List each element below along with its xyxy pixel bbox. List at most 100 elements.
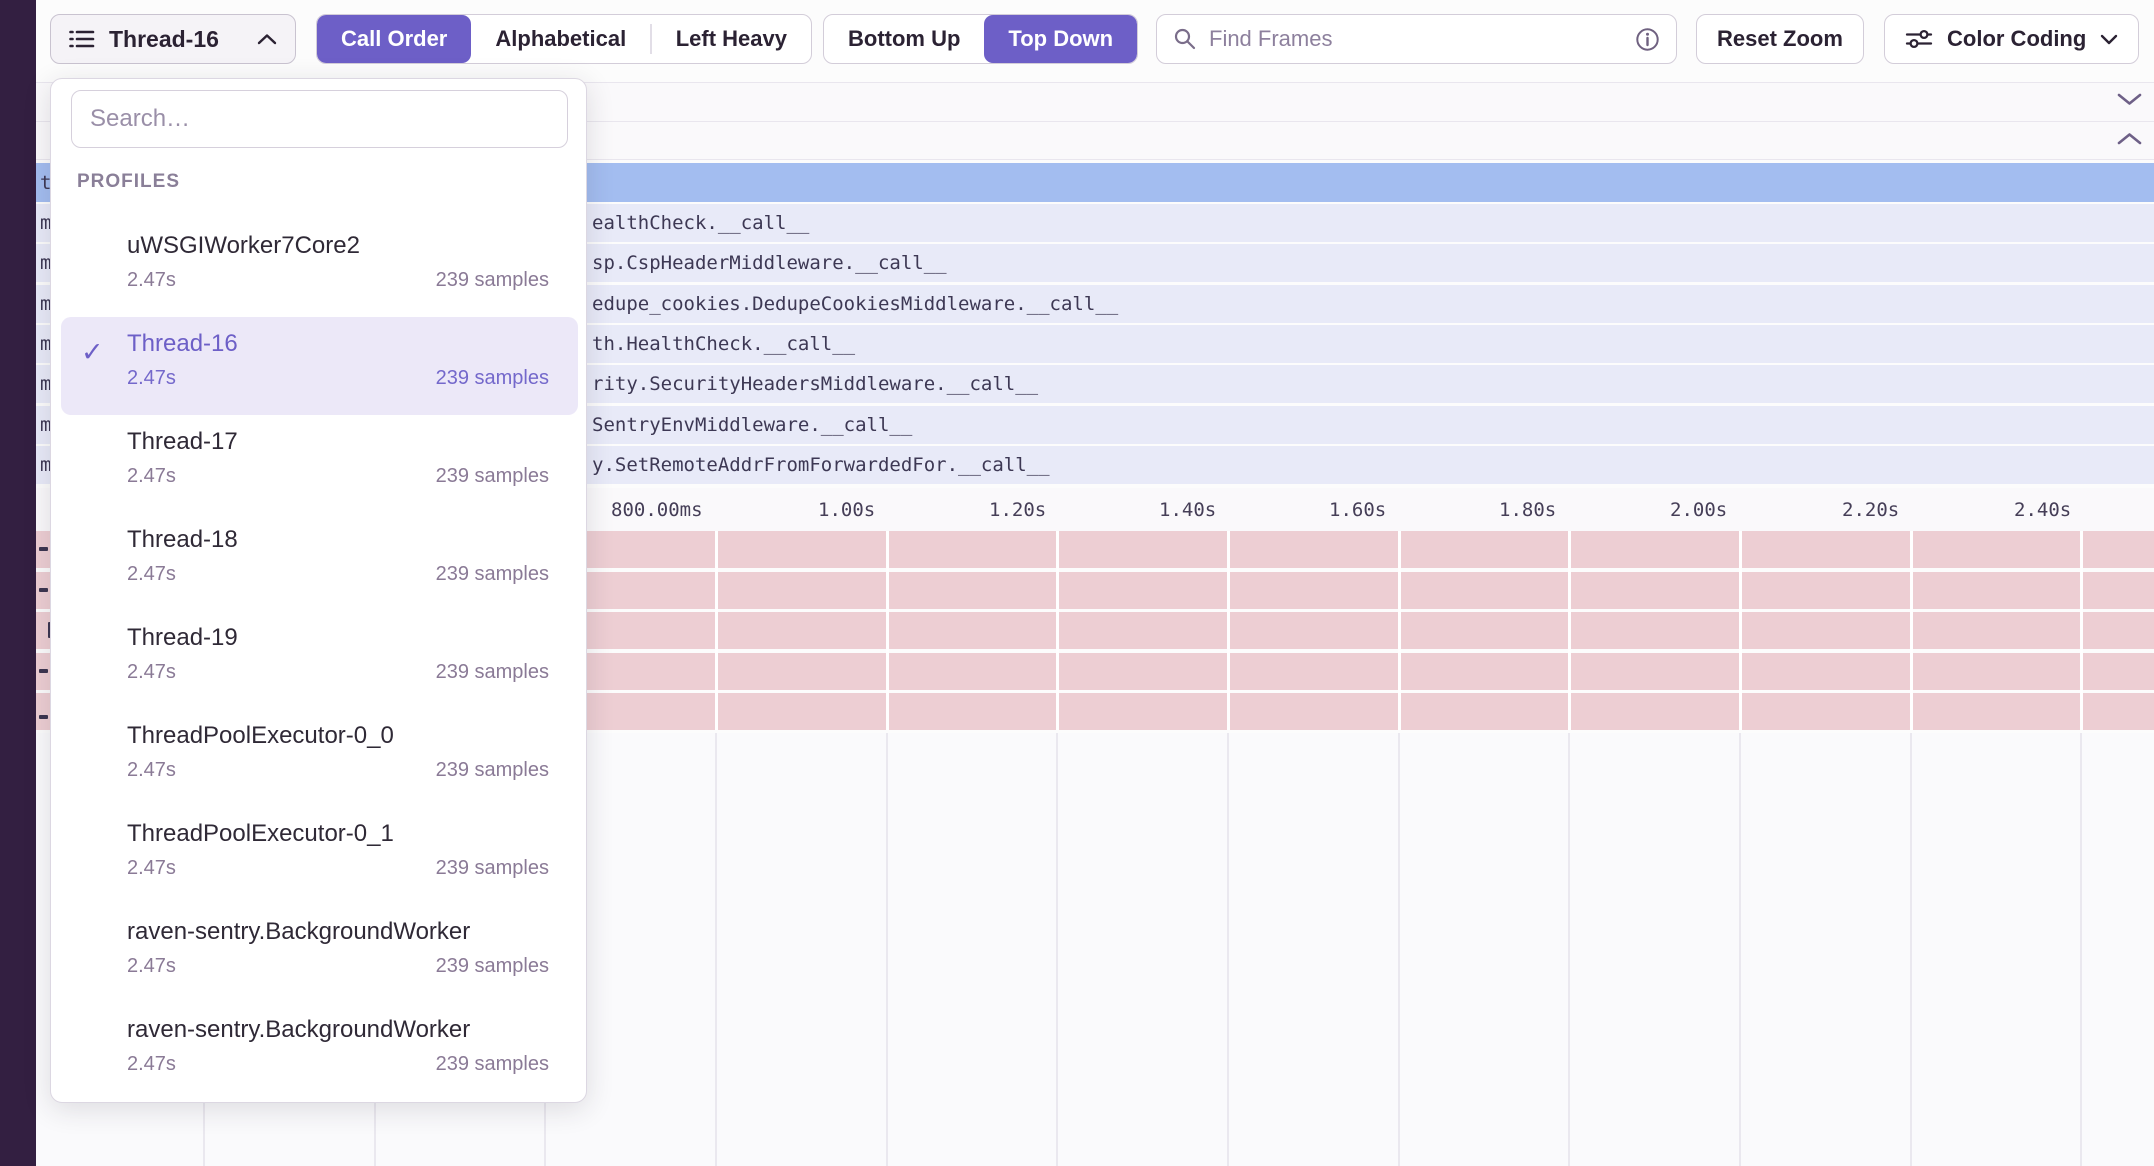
profile-list-item[interactable]: ✓ThreadPoolExecutor-0_02.47s239 samples — [61, 709, 578, 807]
gridline — [1398, 733, 1400, 1166]
profile-duration: 2.47s — [127, 563, 176, 586]
find-frames-search[interactable] — [1156, 14, 1677, 64]
profile-list-item[interactable]: ✓Thread-172.47s239 samples — [61, 415, 578, 513]
profile-list-item[interactable]: ✓Thread-192.47s239 samples — [61, 611, 578, 709]
frame-separator — [1910, 531, 1913, 730]
chevron-down-icon[interactable] — [2117, 93, 2142, 111]
profile-samples: 239 samples — [436, 661, 549, 684]
profile-duration: 2.47s — [127, 367, 176, 390]
frame-separator — [1398, 531, 1401, 730]
app-sidebar-strip[interactable] — [0, 0, 36, 1166]
gridline — [2080, 733, 2082, 1166]
profile-duration: 2.47s — [127, 759, 176, 782]
segment-call-order[interactable]: Call Order — [317, 15, 471, 63]
axis-tick-label: 1.60s — [1329, 499, 1386, 521]
frame-label: rity.SecurityHeadersMiddleware.__call__ — [592, 373, 1038, 395]
reset-zoom-button[interactable]: Reset Zoom — [1696, 14, 1864, 64]
sliders-icon — [1905, 29, 1933, 49]
thread-dropdown-panel: PROFILES ✓ uWSGIWorker7Core2 2.47s 239 samp… — [50, 78, 587, 1103]
gridline — [1910, 733, 1912, 1166]
search-icon — [1173, 27, 1197, 51]
truncated-frame-text-mark — [39, 588, 48, 592]
profile-name: Thread-19 — [127, 624, 549, 652]
profile-list-item[interactable]: ✓Thread-182.47s239 samples — [61, 513, 578, 611]
direction-segmented-control: Bottom Up Top Down — [823, 14, 1138, 64]
profile-samples: 239 samples — [436, 367, 549, 390]
axis-tick-label: 1.20s — [989, 499, 1046, 521]
gridline — [1568, 733, 1570, 1166]
segment-left-heavy[interactable]: Left Heavy — [652, 15, 811, 63]
chevron-up-icon[interactable] — [2117, 132, 2142, 150]
axis-tick-label: 2.40s — [2014, 499, 2071, 521]
truncated-frame-text-mark — [39, 715, 48, 719]
frame-separator — [1568, 531, 1571, 730]
profile-samples: 239 samples — [436, 955, 549, 978]
profile-list-item[interactable]: ✓raven-sentry.BackgroundWorker2.47s239 s… — [61, 1003, 578, 1101]
list-icon — [69, 27, 95, 51]
axis-tick-label: 2.00s — [1670, 499, 1727, 521]
axis-tick-label: 1.40s — [1159, 499, 1216, 521]
dropdown-search-input[interactable] — [71, 90, 568, 148]
axis-tick-label: 1.80s — [1499, 499, 1556, 521]
gridline — [715, 733, 717, 1166]
thread-selector-label: Thread-16 — [109, 26, 219, 53]
frame-separator — [715, 531, 718, 730]
profile-list-item[interactable]: ✓raven-sentry.BackgroundWorker2.47s239 s… — [61, 905, 578, 1003]
profile-samples: 239 samples — [436, 1053, 549, 1076]
frame-label: edupe_cookies.DedupeCookiesMiddleware.__… — [592, 293, 1118, 315]
profiles-section-label: PROFILES — [77, 171, 180, 193]
frame-separator — [2080, 531, 2083, 730]
gridline — [1227, 733, 1229, 1166]
frame-separator — [1739, 531, 1742, 730]
chevron-down-icon — [2100, 34, 2118, 45]
profiling-toolbar: Thread-16 Call Order Alphabetical Left H… — [36, 0, 2154, 82]
profile-list-item[interactable]: ✓ThreadPoolExecutor-0_12.47s239 samples — [61, 807, 578, 905]
profile-name: Thread-16 — [127, 330, 549, 358]
gridline — [1739, 733, 1741, 1166]
profile-duration: 2.47s — [127, 857, 176, 880]
truncated-frame-text-mark — [39, 669, 48, 673]
reset-zoom-label: Reset Zoom — [1717, 26, 1843, 52]
gridline — [886, 733, 888, 1166]
chevron-up-icon — [257, 33, 277, 45]
profile-duration: 2.47s — [127, 465, 176, 488]
sort-segmented-control: Call Order Alphabetical Left Heavy — [316, 14, 812, 64]
profile-samples: 239 samples — [436, 465, 549, 488]
profile-name: ThreadPoolExecutor-0_1 — [127, 820, 549, 848]
info-icon[interactable] — [1635, 27, 1660, 52]
frame-separator — [1056, 531, 1059, 730]
frame-label: y.SetRemoteAddrFromForwardedFor.__call__ — [592, 454, 1050, 476]
frame-label: th.HealthCheck.__call__ — [592, 333, 855, 355]
checkmark-icon: ✓ — [81, 337, 104, 368]
profile-name: Thread-17 — [127, 428, 549, 456]
profile-samples: 239 samples — [436, 857, 549, 880]
find-frames-input[interactable] — [1209, 26, 1623, 52]
profile-name: raven-sentry.BackgroundWorker — [127, 1016, 549, 1044]
frame-label: ealthCheck.__call__ — [592, 212, 809, 234]
segment-top-down[interactable]: Top Down — [984, 15, 1137, 63]
axis-tick-label: 800.00ms — [611, 499, 703, 521]
segment-alphabetical[interactable]: Alphabetical — [471, 15, 650, 63]
color-coding-button[interactable]: Color Coding — [1884, 14, 2139, 64]
profile-name: raven-sentry.BackgroundWorker — [127, 918, 549, 946]
frame-separator — [1227, 531, 1230, 730]
profile-name: uWSGIWorker7Core2 — [127, 232, 549, 260]
profile-list-item[interactable]: ✓ Thread-16 2.47s 239 samples — [61, 317, 578, 415]
profile-name: Thread-18 — [127, 526, 549, 554]
frame-label: sp.CspHeaderMiddleware.__call__ — [592, 252, 947, 274]
profile-duration: 2.47s — [127, 955, 176, 978]
segment-bottom-up[interactable]: Bottom Up — [824, 15, 984, 63]
profile-name: ThreadPoolExecutor-0_0 — [127, 722, 549, 750]
profile-duration: 2.47s — [127, 661, 176, 684]
thread-selector-button[interactable]: Thread-16 — [50, 14, 296, 64]
profile-duration: 2.47s — [127, 1053, 176, 1076]
frame-label: SentryEnvMiddleware.__call__ — [592, 414, 912, 436]
profile-samples: 239 samples — [436, 563, 549, 586]
profile-samples: 239 samples — [436, 269, 549, 292]
truncated-frame-text-mark — [39, 547, 48, 551]
profiles-list: ✓uWSGIWorker7Core22.47s239 samples✓Threa… — [61, 219, 578, 1101]
axis-tick-label: 1.00s — [818, 499, 875, 521]
profile-list-item[interactable]: ✓uWSGIWorker7Core22.47s239 samples — [61, 219, 578, 317]
profile-duration: 2.47s — [127, 269, 176, 292]
color-coding-label: Color Coding — [1947, 26, 2086, 52]
